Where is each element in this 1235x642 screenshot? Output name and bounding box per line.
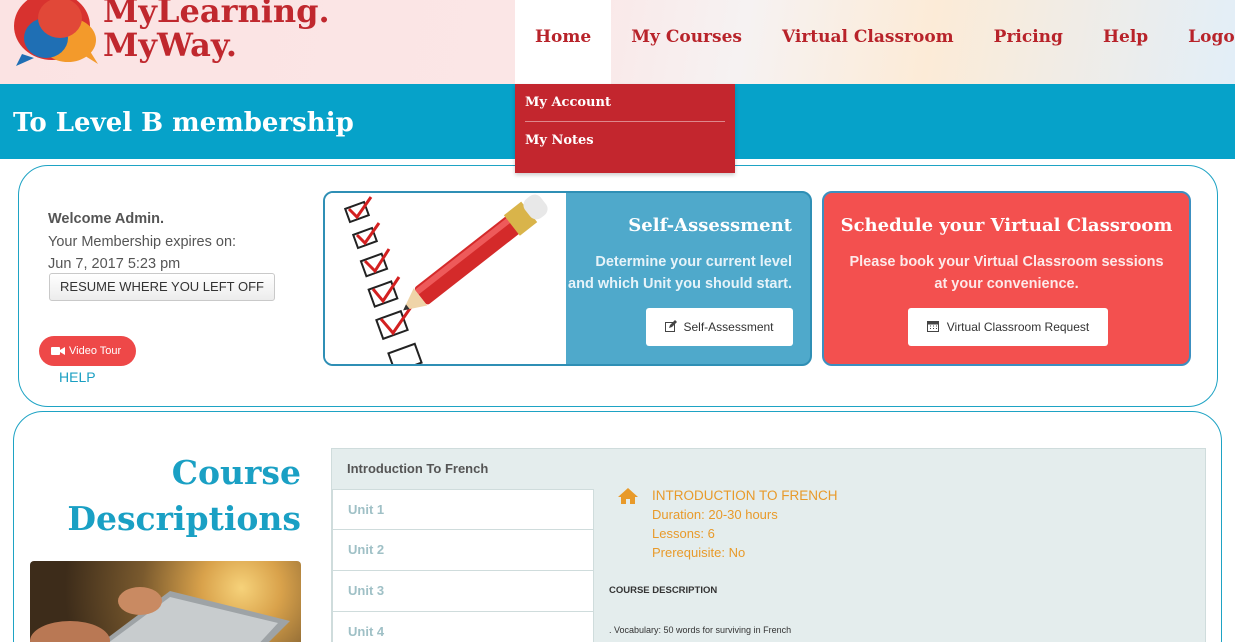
course-descriptions-heading: Course Descriptions bbox=[60, 450, 301, 542]
logo-speech-bubbles-icon[interactable] bbox=[12, 0, 102, 68]
nav-home[interactable]: Home bbox=[515, 0, 612, 84]
home-dropdown-menu: My Account My Notes bbox=[515, 84, 735, 173]
course-descriptions-heading-line-2: Descriptions bbox=[67, 499, 301, 538]
menu-item-my-account[interactable]: My Account bbox=[515, 84, 735, 121]
edit-icon bbox=[665, 320, 678, 332]
nav-logout[interactable]: Logout bbox=[1168, 0, 1235, 84]
welcome-text: Welcome Admin. bbox=[48, 211, 165, 227]
course-lessons: Lessons: 6 bbox=[652, 526, 715, 541]
checklist-pencil-image bbox=[325, 193, 566, 364]
tablet-hands-photo bbox=[30, 561, 301, 642]
self-assessment-button-label: Self-Assessment bbox=[683, 320, 774, 334]
self-assessment-card: Self-Assessment Determine your current l… bbox=[323, 191, 812, 366]
resume-button[interactable]: RESUME WHERE YOU LEFT OFF bbox=[49, 273, 275, 301]
video-tour-label: Video Tour bbox=[69, 345, 122, 357]
calendar-icon bbox=[926, 321, 939, 332]
nav-my-courses[interactable]: My Courses bbox=[611, 0, 762, 84]
unit-item-2[interactable]: Unit 2 bbox=[332, 530, 594, 571]
nav-virtual-classroom[interactable]: Virtual Classroom bbox=[762, 0, 974, 84]
virtual-classroom-request-button[interactable]: Virtual Classroom Request bbox=[908, 308, 1108, 346]
self-assessment-description: Determine your current level and which U… bbox=[532, 251, 792, 295]
course-description-label: COURSE DESCRIPTION bbox=[609, 585, 718, 596]
unit-list: Unit 1 Unit 2 Unit 3 Unit 4 bbox=[332, 489, 594, 642]
course-prerequisite: Prerequisite: No bbox=[652, 545, 746, 560]
self-assessment-line-1: Determine your current level bbox=[595, 254, 792, 270]
course-descriptions-heading-line-1: Course bbox=[171, 453, 301, 492]
unit-item-4[interactable]: Unit 4 bbox=[332, 612, 594, 642]
nav-help[interactable]: Help bbox=[1083, 0, 1168, 84]
self-assessment-title: Self-Assessment bbox=[628, 215, 792, 236]
main-nav: Home My Courses Virtual Classroom Pricin… bbox=[515, 0, 1235, 84]
expires-label: Your Membership expires on: bbox=[48, 233, 237, 250]
virtual-classroom-line-1: Please book your Virtual Classroom sessi… bbox=[849, 254, 1164, 270]
video-camera-icon bbox=[51, 347, 65, 356]
help-link[interactable]: HELP bbox=[59, 369, 96, 385]
brand-name[interactable]: MyLearning. MyWay. bbox=[103, 0, 330, 62]
virtual-classroom-line-2: at your convenience. bbox=[934, 276, 1079, 292]
page-title: To Level B membership bbox=[13, 108, 354, 138]
brand-line-1: MyLearning. bbox=[103, 0, 330, 30]
tablet-illustration bbox=[30, 587, 290, 642]
menu-item-my-notes[interactable]: My Notes bbox=[515, 122, 735, 159]
welcome-block: Welcome Admin. Your Membership expires o… bbox=[48, 208, 236, 276]
unit-item-1[interactable]: Unit 1 bbox=[332, 489, 594, 530]
video-tour-button[interactable]: Video Tour bbox=[39, 336, 136, 366]
virtual-classroom-card: Schedule your Virtual Classroom Please b… bbox=[822, 191, 1191, 366]
vocabulary-line: . Vocabulary: 50 words for surviving in … bbox=[609, 625, 792, 635]
virtual-classroom-description: Please book your Virtual Classroom sessi… bbox=[824, 251, 1189, 295]
course-info-title: INTRODUCTION TO FRENCH bbox=[652, 488, 838, 503]
virtual-classroom-title: Schedule your Virtual Classroom bbox=[840, 215, 1173, 236]
self-assessment-line-2: and which Unit you should start. bbox=[568, 276, 792, 292]
self-assessment-button[interactable]: Self-Assessment bbox=[646, 308, 793, 346]
site-header: MyLearning. MyWay. Home My Courses Virtu… bbox=[0, 0, 1235, 84]
intro-to-french-tab[interactable]: Introduction To French bbox=[347, 461, 488, 476]
unit-item-3[interactable]: Unit 3 bbox=[332, 571, 594, 612]
brand-line-2: MyWay. bbox=[103, 26, 237, 64]
course-duration: Duration: 20-30 hours bbox=[652, 507, 778, 522]
virtual-classroom-button-label: Virtual Classroom Request bbox=[946, 320, 1090, 334]
home-icon bbox=[618, 488, 638, 504]
nav-pricing[interactable]: Pricing bbox=[974, 0, 1083, 84]
